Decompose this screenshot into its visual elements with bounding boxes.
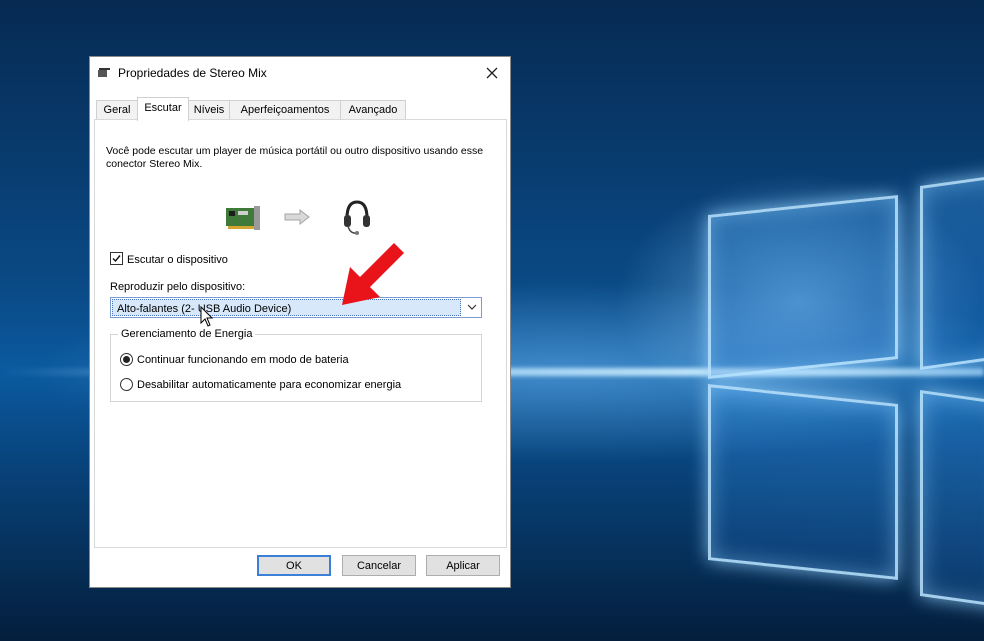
wallpaper-pane <box>920 173 984 371</box>
radio-continue-battery[interactable] <box>120 353 133 366</box>
playback-device-label: Reproduzir pelo dispositivo: <box>110 281 246 293</box>
tab-niveis[interactable]: Níveis <box>188 100 230 120</box>
close-icon <box>486 67 498 79</box>
wallpaper-pane <box>708 384 898 580</box>
tab-geral[interactable]: Geral <box>96 100 138 120</box>
power-management-legend: Gerenciamento de Energia <box>118 328 256 340</box>
close-button[interactable] <box>474 57 510 89</box>
wallpaper-pane <box>708 195 898 379</box>
dialog-title: Propriedades de Stereo Mix <box>118 66 267 80</box>
tab-aperfeicoamentos[interactable]: Aperfeiçoamentos <box>229 100 341 120</box>
listen-description: Você pode escutar um player de música po… <box>106 145 484 170</box>
tab-avancado[interactable]: Avançado <box>340 100 406 120</box>
tab-strip: Geral Escutar Níveis Aperfeiçoamentos Av… <box>96 97 506 121</box>
mouse-cursor-icon <box>200 306 214 327</box>
dropdown-selection-highlight: Alto-falantes (2- USB Audio Device) <box>112 299 461 316</box>
listen-device-checkbox[interactable] <box>110 252 123 265</box>
radio-continue-battery-label: Continuar funcionando em modo de bateria <box>137 354 349 366</box>
apply-button[interactable]: Aplicar <box>426 555 500 576</box>
wallpaper-pane <box>920 389 984 609</box>
cancel-button[interactable]: Cancelar <box>342 555 416 576</box>
stereo-mix-properties-dialog: Propriedades de Stereo Mix Geral Escutar… <box>89 56 511 588</box>
radio-disable-save-energy-label: Desabilitar automaticamente para economi… <box>137 379 402 391</box>
power-management-group <box>110 334 482 402</box>
speaker-device-icon <box>98 68 110 77</box>
ok-button[interactable]: OK <box>257 555 331 576</box>
tab-escutar[interactable]: Escutar <box>137 97 189 121</box>
headset-icon <box>344 200 370 235</box>
radio-disable-save-energy[interactable] <box>120 378 133 391</box>
listen-device-label: Escutar o dispositivo <box>127 254 228 266</box>
title-bar: Propriedades de Stereo Mix <box>90 57 510 89</box>
annotation-arrow-icon <box>342 243 404 305</box>
chevron-down-icon <box>467 304 477 310</box>
checkmark-icon <box>112 255 121 263</box>
sound-card-icon <box>226 206 260 230</box>
radio-selected-dot <box>123 356 130 363</box>
playback-device-dropdown[interactable]: Alto-falantes (2- USB Audio Device) <box>110 297 482 318</box>
arrow-right-icon <box>284 209 310 225</box>
